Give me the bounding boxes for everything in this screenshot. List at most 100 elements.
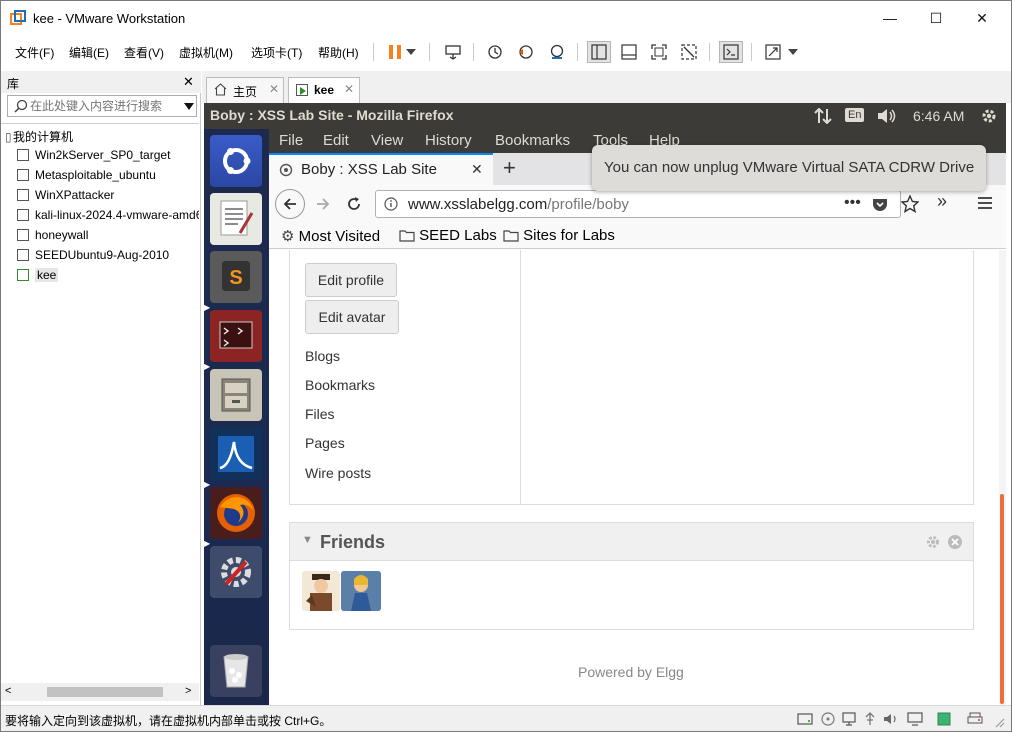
tree-item-vm[interactable]: honeywall: [17, 228, 199, 246]
tab-home[interactable]: 主页 ✕: [206, 77, 284, 103]
bookmark-folder-sites-for-labs[interactable]: Sites for Labs: [503, 227, 615, 244]
bookmark-folder-seed-labs[interactable]: SEED Labs: [399, 227, 497, 244]
url-bar[interactable]: www.xsslabelgg.com/profile/boby •••: [375, 190, 901, 218]
forward-arrow-icon[interactable]: [315, 196, 331, 212]
page-scroll-thumb[interactable]: [1000, 494, 1004, 704]
owner-link-blogs[interactable]: Blogs: [305, 348, 340, 364]
keyboard-layout-indicator[interactable]: En: [845, 108, 865, 122]
guest-display[interactable]: Boby : XSS Lab Site - Mozilla Firefox En…: [204, 103, 1006, 705]
display-icon[interactable]: [907, 712, 923, 726]
network-adapter-icon[interactable]: [841, 712, 857, 726]
browser-tab-active[interactable]: Boby : XSS Lab Site ✕: [269, 153, 493, 185]
widget-close-icon[interactable]: [947, 534, 963, 550]
scroll-left-icon[interactable]: <: [5, 685, 11, 697]
snapshot-button[interactable]: [483, 41, 507, 63]
tree-item-vm[interactable]: Win2kServer_SP0_target: [17, 148, 199, 166]
system-menu-gear-icon[interactable]: [980, 107, 998, 125]
menu-vm[interactable]: 虚拟机(M): [179, 44, 233, 61]
snapshot-manager-button[interactable]: [545, 41, 569, 63]
powered-by-footer[interactable]: Powered by Elgg: [578, 664, 684, 680]
page-scrollbar[interactable]: [999, 250, 1006, 705]
launcher-file-manager[interactable]: [210, 369, 262, 421]
page-actions-icon[interactable]: •••: [844, 194, 861, 212]
menu-view[interactable]: View: [371, 132, 403, 149]
tree-item-vm-selected[interactable]: kee: [17, 268, 199, 286]
clock[interactable]: 6:46 AM: [913, 108, 964, 124]
sound-card-icon[interactable]: [883, 712, 899, 726]
maximize-button[interactable]: ☐: [913, 1, 959, 35]
friend-avatar[interactable]: [341, 571, 381, 611]
launcher-system-settings[interactable]: [210, 546, 262, 598]
friend-avatar[interactable]: [302, 571, 340, 611]
tree-item-vm[interactable]: SEEDUbuntu9-Aug-2010: [17, 248, 199, 266]
pocket-icon[interactable]: [872, 197, 888, 213]
tab-close-icon[interactable]: ✕: [344, 82, 354, 96]
launcher-trash[interactable]: [210, 645, 262, 697]
scroll-thumb[interactable]: [47, 687, 163, 697]
thumbnail-bar-button[interactable]: [617, 41, 641, 63]
power-dropdown[interactable]: [403, 41, 419, 63]
launcher-sublime-text[interactable]: S: [210, 251, 262, 303]
owner-link-wire-posts[interactable]: Wire posts: [305, 465, 371, 481]
network-icon[interactable]: [814, 108, 832, 124]
send-ctrl-alt-del-button[interactable]: [441, 41, 465, 63]
cd-drive-icon[interactable]: [821, 712, 835, 726]
scroll-right-icon[interactable]: >: [185, 685, 191, 697]
stretch-dropdown[interactable]: [785, 41, 801, 63]
bookmark-star-icon[interactable]: [901, 195, 919, 213]
resize-grip-icon[interactable]: [993, 716, 1005, 728]
tree-item-vm[interactable]: WinXPattacker: [17, 188, 199, 206]
menu-bookmarks[interactable]: Bookmarks: [495, 132, 570, 149]
launcher-dash-button[interactable]: [210, 135, 262, 187]
console-view-button[interactable]: [719, 41, 743, 63]
overflow-chevron-icon[interactable]: »: [937, 191, 947, 212]
edit-profile-button[interactable]: Edit profile: [305, 263, 397, 297]
tree-root-my-computer[interactable]: ▯我的计算机: [5, 128, 187, 146]
minimize-button[interactable]: —: [867, 1, 913, 35]
menu-edit[interactable]: Edit: [323, 132, 349, 149]
volume-icon[interactable]: [877, 108, 897, 124]
chevron-down-icon[interactable]: [184, 103, 194, 110]
hamburger-menu-icon[interactable]: [977, 196, 993, 210]
unity-mode-button[interactable]: [677, 41, 701, 63]
site-info-icon[interactable]: [384, 197, 398, 211]
revert-snapshot-button[interactable]: [514, 41, 538, 63]
menu-tabs[interactable]: 选项卡(T): [251, 44, 302, 61]
reload-icon[interactable]: [346, 196, 362, 212]
edit-avatar-button[interactable]: Edit avatar: [305, 300, 399, 334]
menu-view[interactable]: 查看(V): [124, 44, 164, 61]
owner-link-files[interactable]: Files: [305, 406, 335, 422]
search-input[interactable]: [30, 98, 175, 114]
menu-history[interactable]: History: [425, 132, 472, 149]
hard-disk-icon[interactable]: [797, 712, 813, 726]
widget-settings-gear-icon[interactable]: [925, 534, 941, 550]
collapse-triangle-icon[interactable]: ▼: [302, 534, 313, 546]
library-hscrollbar[interactable]: < >: [1, 683, 199, 701]
menu-help[interactable]: 帮助(H): [318, 44, 359, 61]
launcher-terminal[interactable]: [210, 310, 262, 362]
menu-file[interactable]: 文件(F): [15, 44, 54, 61]
full-screen-button[interactable]: [647, 41, 671, 63]
tree-item-vm[interactable]: kali-linux-2024.4-vmware-amd64: [17, 208, 199, 226]
tab-kee[interactable]: kee ✕: [288, 77, 360, 103]
new-tab-plus-icon[interactable]: +: [503, 155, 516, 181]
bookmark-most-visited[interactable]: ⚙ Most Visited: [281, 227, 380, 245]
launcher-firefox[interactable]: [210, 487, 262, 539]
printer-icon[interactable]: [967, 712, 983, 726]
tree-item-vm[interactable]: Metasploitable_ubuntu: [17, 168, 199, 186]
back-button[interactable]: [275, 189, 305, 219]
launcher-wireshark[interactable]: [210, 428, 262, 480]
launcher-text-editor[interactable]: [210, 193, 262, 245]
close-button[interactable]: ✕: [959, 1, 1005, 35]
owner-link-pages[interactable]: Pages: [305, 435, 345, 451]
menu-edit[interactable]: 编辑(E): [69, 44, 109, 61]
tab-close-icon[interactable]: ✕: [471, 161, 483, 178]
tab-close-icon[interactable]: ✕: [269, 82, 279, 96]
owner-link-bookmarks[interactable]: Bookmarks: [305, 377, 375, 393]
menu-file[interactable]: File: [279, 132, 303, 149]
message-log-icon[interactable]: [937, 712, 951, 726]
library-close-icon[interactable]: ✕: [183, 74, 194, 90]
stretch-button[interactable]: [761, 41, 785, 63]
usb-device-icon[interactable]: [863, 712, 877, 726]
show-library-button[interactable]: [587, 41, 611, 63]
